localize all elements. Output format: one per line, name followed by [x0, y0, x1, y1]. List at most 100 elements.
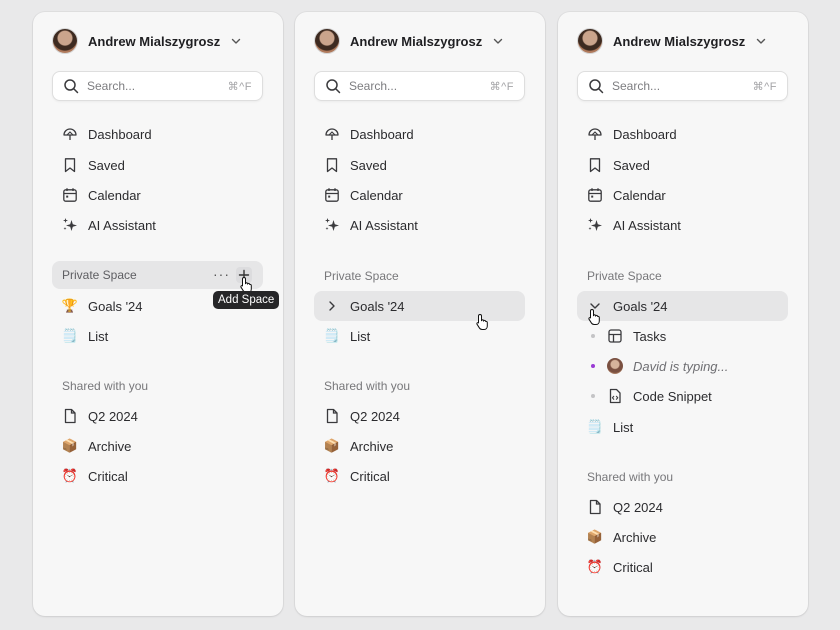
more-options-icon[interactable]: ···: [213, 267, 230, 281]
shared-item-label: Archive: [88, 438, 132, 454]
nav-item-ai-assistant[interactable]: AI Assistant: [314, 210, 525, 240]
shared-item-label: Critical: [350, 468, 390, 484]
search-icon: [589, 79, 604, 94]
nav-item-ai-assistant[interactable]: AI Assistant: [52, 210, 263, 240]
nav-item-calendar[interactable]: Calendar: [314, 180, 525, 210]
user-name: Andrew Mialszygrosz: [88, 33, 221, 49]
space-item-list[interactable]: 🗒️ List: [52, 321, 263, 351]
search-shortcut: ⌘^F: [227, 80, 252, 93]
subpage-code-snippet[interactable]: Code Snippet: [591, 381, 712, 411]
space-item-label: Goals '24: [350, 298, 405, 314]
space-item-label: Goals '24: [613, 298, 668, 314]
space-item-label: Goals '24: [88, 298, 143, 314]
shared-item-q2-2024[interactable]: Q2 2024: [52, 401, 263, 431]
sparkles-icon: [324, 217, 340, 233]
nav-item-calendar[interactable]: Calendar: [52, 180, 263, 210]
nav-item-label: Calendar: [613, 187, 666, 203]
package-icon: 📦: [323, 438, 341, 453]
shared-item-critical[interactable]: ⏰ Critical: [314, 461, 525, 491]
nav-item-dashboard[interactable]: Dashboard: [577, 119, 788, 149]
private-space-header[interactable]: Private Space ···: [52, 261, 263, 289]
nav-item-label: AI Assistant: [350, 217, 418, 233]
tree-bullet: [591, 394, 595, 398]
bookmark-icon: [587, 157, 603, 173]
calendar-icon: [62, 187, 78, 203]
nav-item-label: Calendar: [350, 187, 403, 203]
space-item-list[interactable]: 🗒️ List: [314, 321, 525, 351]
calendar-icon: [324, 187, 340, 203]
document-icon: [587, 499, 603, 515]
shared-item-label: Q2 2024: [350, 408, 400, 424]
shared-section-title: Shared with you: [587, 470, 674, 484]
alarm-clock-icon: ⏰: [61, 468, 79, 483]
search-shortcut: ⌘^F: [489, 80, 514, 93]
chevron-down-icon: [494, 38, 503, 44]
nav-item-label: Dashboard: [350, 126, 414, 142]
section-title: Private Space: [324, 269, 399, 283]
shared-item-q2-2024[interactable]: Q2 2024: [314, 401, 525, 431]
space-item-goals[interactable]: Goals '24: [314, 291, 525, 321]
nav-item-ai-assistant[interactable]: AI Assistant: [577, 210, 788, 240]
sparkles-icon: [62, 217, 78, 233]
nav-item-label: Saved: [88, 157, 125, 173]
shared-item-label: Q2 2024: [613, 499, 663, 515]
shared-item-archive[interactable]: 📦 Archive: [314, 431, 525, 461]
chevron-right-icon[interactable]: [324, 298, 340, 314]
search-box[interactable]: ⌘^F: [52, 71, 263, 101]
shared-item-label: Archive: [613, 529, 657, 545]
shared-item-archive[interactable]: 📦 Archive: [577, 522, 788, 552]
notepad-icon: 🗒️: [323, 328, 341, 343]
notepad-icon: 🗒️: [61, 328, 79, 343]
notepad-icon: 🗒️: [586, 419, 604, 434]
shared-item-q2-2024[interactable]: Q2 2024: [577, 492, 788, 522]
nav-item-label: Dashboard: [88, 126, 152, 142]
nav-item-label: AI Assistant: [613, 217, 681, 233]
shared-section-title: Shared with you: [324, 379, 411, 393]
shared-item-critical[interactable]: ⏰ Critical: [577, 552, 788, 582]
section-title: Private Space: [62, 268, 137, 282]
nav-item-saved[interactable]: Saved: [314, 150, 525, 180]
search-input[interactable]: [612, 79, 732, 93]
nav-item-label: Saved: [350, 157, 387, 173]
user-switcher[interactable]: Andrew Mialszygrosz: [314, 28, 504, 54]
subpage-tasks[interactable]: Tasks: [591, 321, 666, 351]
nav-item-calendar[interactable]: Calendar: [577, 180, 788, 210]
typing-indicator: David is typing...: [633, 358, 729, 374]
user-switcher[interactable]: Andrew Mialszygrosz: [52, 28, 242, 54]
code-file-icon: [607, 388, 623, 404]
calendar-icon: [587, 187, 603, 203]
avatar: [314, 28, 340, 54]
table-icon: [607, 328, 623, 344]
sparkles-icon: [587, 217, 603, 233]
shared-item-archive[interactable]: 📦 Archive: [52, 431, 263, 461]
shared-item-label: Archive: [350, 438, 394, 454]
collaborator-avatar: [607, 358, 623, 374]
nav-item-saved[interactable]: Saved: [577, 150, 788, 180]
shared-item-label: Critical: [88, 468, 128, 484]
document-icon: [62, 408, 78, 424]
space-item-goals[interactable]: 🏆 Goals '24: [52, 291, 263, 321]
search-input[interactable]: [87, 79, 207, 93]
space-item-list[interactable]: 🗒️ List: [577, 412, 788, 442]
dashboard-gauge-icon: [587, 126, 603, 142]
section-title: Private Space: [587, 269, 662, 283]
shared-item-critical[interactable]: ⏰ Critical: [52, 461, 263, 491]
package-icon: 📦: [586, 529, 604, 544]
nav-item-label: Dashboard: [613, 126, 677, 142]
search-input[interactable]: [349, 79, 469, 93]
search-icon: [326, 79, 341, 94]
space-item-goals[interactable]: Goals '24: [577, 291, 788, 321]
bookmark-icon: [62, 157, 78, 173]
nav-item-label: Calendar: [88, 187, 141, 203]
nav-item-dashboard[interactable]: Dashboard: [52, 119, 263, 149]
nav-item-saved[interactable]: Saved: [52, 150, 263, 180]
user-switcher[interactable]: Andrew Mialszygrosz: [577, 28, 767, 54]
search-box[interactable]: ⌘^F: [577, 71, 788, 101]
trophy-icon: 🏆: [61, 298, 79, 313]
bookmark-icon: [324, 157, 340, 173]
user-name: Andrew Mialszygrosz: [613, 33, 746, 49]
search-box[interactable]: ⌘^F: [314, 71, 525, 101]
nav-item-dashboard[interactable]: Dashboard: [314, 119, 525, 149]
chevron-down-icon: [232, 38, 241, 44]
subpage-typing[interactable]: David is typing...: [591, 351, 728, 381]
